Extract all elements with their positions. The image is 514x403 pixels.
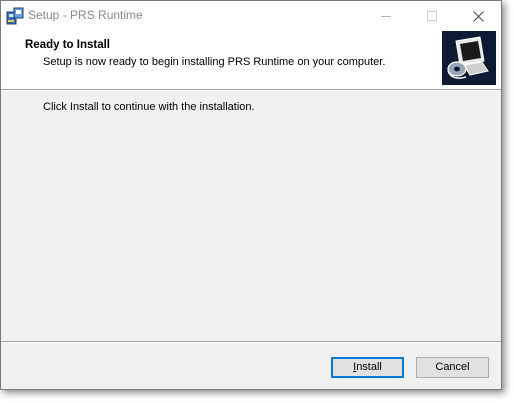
page-title: Ready to Install (25, 39, 110, 51)
maximize-button[interactable] (409, 1, 455, 31)
close-button[interactable] (455, 1, 501, 31)
setup-app-icon (6, 7, 24, 25)
install-button[interactable]: Install (331, 357, 404, 378)
instruction-text: Click Install to continue with the insta… (43, 101, 255, 113)
install-label: nstall (356, 361, 382, 373)
computer-install-icon (442, 31, 496, 85)
cancel-button[interactable]: Cancel (416, 357, 489, 378)
setup-window: Setup - PRS Runtime Ready to Install Set… (0, 0, 502, 390)
window-title: Setup - PRS Runtime (28, 8, 143, 22)
page-subtitle: Setup is now ready to begin installing P… (43, 56, 386, 68)
maximize-icon (427, 11, 437, 21)
minimize-button[interactable] (363, 1, 409, 31)
title-bar[interactable]: Setup - PRS Runtime (1, 1, 501, 31)
minimize-icon (381, 16, 391, 17)
close-icon (473, 11, 484, 22)
wizard-header: Ready to Install Setup is now ready to b… (1, 31, 501, 89)
